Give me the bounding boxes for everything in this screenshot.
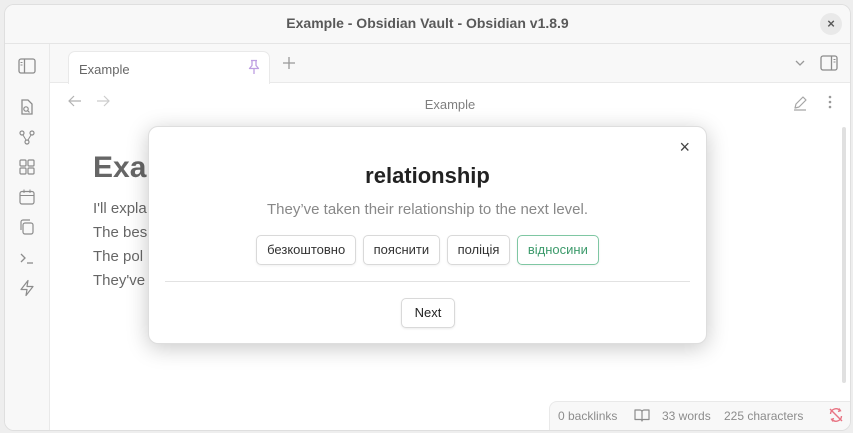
answer-option[interactable]: пояснити — [362, 235, 441, 265]
vocabulary-quiz-modal: × relationship They’ve taken their relat… — [148, 126, 707, 344]
modal-close-button[interactable]: × — [679, 137, 690, 158]
answer-option[interactable]: безкоштовно — [256, 235, 357, 265]
answer-options: безкоштовно пояснити поліція відносини — [149, 235, 706, 265]
next-button[interactable]: Next — [401, 298, 455, 328]
quiz-word: relationship — [365, 163, 490, 188]
answer-option-correct[interactable]: відносини — [516, 235, 599, 265]
example-sentence: They’ve taken their relationship to the … — [266, 201, 588, 218]
answer-option[interactable]: поліція — [446, 235, 511, 265]
modal-divider — [165, 281, 690, 282]
